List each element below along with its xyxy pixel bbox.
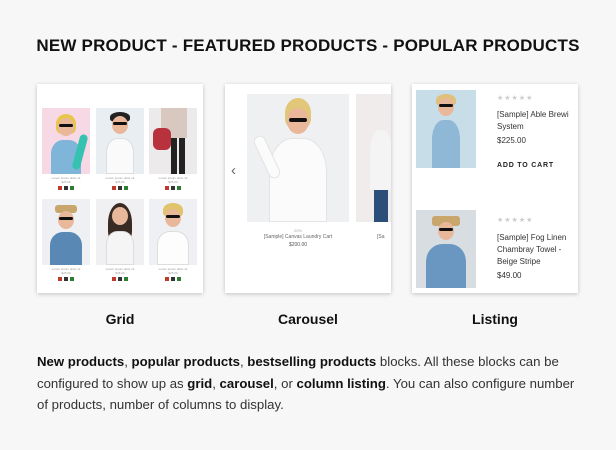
product-photo — [149, 108, 197, 174]
grid-product-tile[interactable]: Lorem ipsum dolor sit $25.00 — [149, 199, 197, 281]
tile-price: $25.00 — [61, 179, 71, 184]
product-title-continued[interactable]: Chambray Towel - — [497, 244, 577, 256]
carousel-label: Carousel — [278, 311, 338, 327]
product-title[interactable]: [Sample] Able Brewi — [497, 109, 577, 121]
product-photo[interactable] — [247, 94, 349, 222]
bold-text: column listing — [296, 375, 386, 391]
color-swatches — [96, 186, 144, 190]
bold-text: popular products — [131, 354, 240, 369]
listing-preview-card: ★★★★★ [Sample] Able Brewi System $225.00… — [412, 84, 578, 293]
chevron-left-icon[interactable]: ‹ — [231, 162, 236, 179]
tile-price: $25.00 — [168, 179, 178, 184]
bold-text: carousel — [219, 375, 274, 391]
product-photo — [42, 108, 90, 174]
product-title[interactable]: [Sample] Fog Linen — [497, 232, 577, 244]
color-swatches — [149, 277, 197, 281]
grid-product-tile[interactable]: Lorem ipsum dolor sit $25.00 — [42, 108, 90, 190]
grid-label: Grid — [105, 311, 135, 327]
product-photo — [149, 199, 197, 265]
feature-description: New products, popular products, bestsell… — [37, 351, 582, 416]
grid-preview-card: Lorem ipsum dolor sit $25.00 Lorem ipsum … — [37, 84, 203, 293]
product-price: $200.00 — [288, 242, 308, 248]
product-price: $49.00 — [497, 271, 522, 280]
product-title[interactable]: [Sample] Canvas Laundry Cart — [247, 234, 349, 240]
color-swatches — [96, 277, 144, 281]
rating-stars: ★★★★★ — [497, 95, 534, 102]
product-title[interactable]: [Sa — [377, 234, 385, 240]
product-photo — [96, 199, 144, 265]
text: , or — [273, 375, 297, 391]
product-photo[interactable] — [416, 210, 476, 288]
tile-price: $25.00 — [115, 179, 125, 184]
listing-label: Listing — [472, 311, 518, 327]
color-swatches — [42, 277, 90, 281]
grid-product-tile[interactable]: Lorem ipsum dolor sit $25.00 — [149, 108, 197, 190]
rating-stars: ★★★★★ — [497, 217, 534, 224]
grid-product-tile[interactable]: Lorem ipsum dolor sit $25.00 — [42, 199, 90, 281]
bold-text: grid — [187, 375, 213, 391]
bold-text: New products — [37, 354, 125, 369]
product-photo — [96, 108, 144, 174]
product-title-continued[interactable]: System — [497, 121, 577, 133]
tile-price: $25.00 — [61, 270, 71, 275]
grid-product-tile[interactable]: Lorem ipsum dolor sit $25.00 — [96, 199, 144, 281]
bold-text: bestselling products — [247, 354, 377, 369]
product-photo[interactable] — [416, 90, 476, 168]
page-headline: NEW PRODUCT - FEATURED PRODUCTS - POPULA… — [36, 36, 580, 55]
product-photo — [42, 199, 90, 265]
product-photo[interactable] — [356, 94, 391, 222]
text: , — [212, 375, 220, 391]
product-title-continued[interactable]: Beige Stripe — [497, 256, 577, 268]
tile-price: $25.00 — [168, 270, 178, 275]
color-swatches — [149, 186, 197, 190]
carousel-preview-card: ‹ 20% [Sample] Canvas Laundry Cart $200.… — [225, 84, 391, 293]
grid-product-tile[interactable]: Lorem ipsum dolor sit $25.00 — [96, 108, 144, 190]
color-swatches — [42, 186, 90, 190]
add-to-cart-button[interactable]: ADD TO CART — [497, 162, 554, 169]
discount-label: 20% — [293, 228, 302, 233]
tile-price: $25.00 — [115, 270, 125, 275]
product-price: $225.00 — [497, 136, 526, 145]
text: , — [124, 354, 132, 369]
